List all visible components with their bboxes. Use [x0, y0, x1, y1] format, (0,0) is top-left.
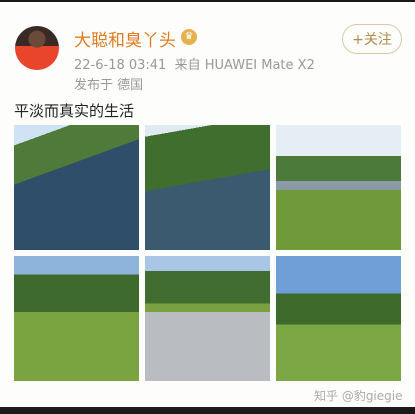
avatar[interactable]: [15, 26, 59, 70]
photo-4[interactable]: [14, 256, 139, 381]
photo-2[interactable]: [145, 125, 270, 250]
follow-button[interactable]: +关注: [342, 24, 402, 54]
weibo-post-card: 大聪和臭丫头 ♛ 22-6-18 03:41 来自 HUAWEI Mate X2…: [0, 2, 415, 407]
post-time: 22-6-18 03:41: [74, 58, 167, 73]
crown-icon: ♛: [181, 29, 197, 45]
post-source: 来自 HUAWEI Mate X2: [174, 58, 315, 73]
post-location: 发布于 德国: [74, 78, 144, 93]
photo-1[interactable]: [14, 125, 139, 250]
post-time-source: 22-6-18 03:41 来自 HUAWEI Mate X2: [74, 54, 315, 73]
author-name[interactable]: 大聪和臭丫头: [74, 26, 176, 51]
photo-5[interactable]: [145, 256, 270, 381]
photo-3[interactable]: [276, 125, 401, 250]
post-text: 平淡而真实的生活: [14, 102, 135, 120]
watermark: 知乎 @豹giegie: [314, 389, 403, 403]
photo-6[interactable]: [276, 256, 401, 381]
